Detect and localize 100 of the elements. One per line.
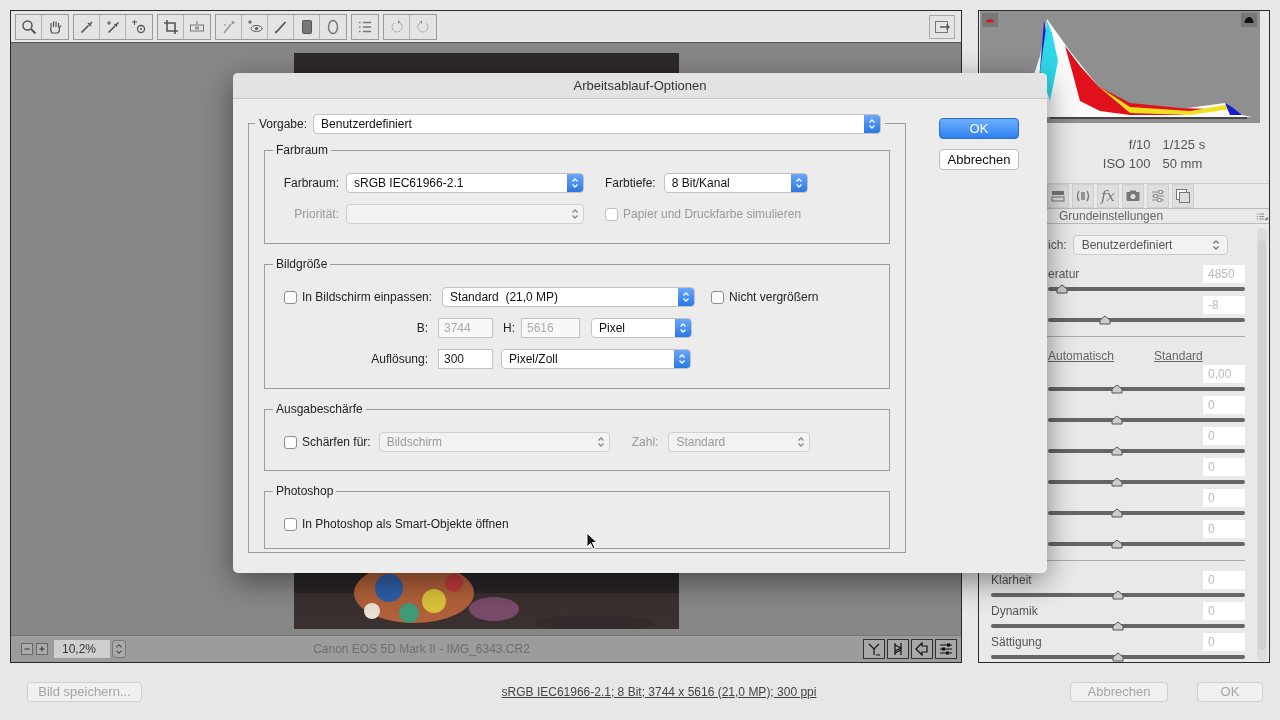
checkbox[interactable] bbox=[711, 290, 725, 304]
field-label: Farbtiefe: bbox=[605, 176, 656, 190]
chevron-icon bbox=[796, 435, 807, 449]
ellipse-icon bbox=[325, 18, 341, 35]
zoom-field[interactable]: 10,2% bbox=[54, 640, 110, 658]
dialog-button[interactable]: OK bbox=[939, 118, 1019, 139]
dropdown[interactable]: 8 Bit/Kanal bbox=[663, 173, 808, 193]
value-field[interactable]: 0 bbox=[1203, 427, 1245, 445]
dropdown[interactable]: sRGB IEC61966-2.1 bbox=[346, 173, 584, 193]
stepper-icon[interactable] bbox=[112, 640, 126, 658]
slider-track[interactable] bbox=[1048, 314, 1245, 326]
value-field[interactable]: -8 bbox=[1203, 296, 1245, 314]
slider-thumb[interactable] bbox=[1112, 590, 1124, 600]
slider-thumb[interactable] bbox=[1055, 284, 1068, 294]
value-field[interactable]: 0 bbox=[1203, 458, 1245, 476]
clipping-button[interactable] bbox=[1241, 13, 1257, 27]
value-field[interactable]: 0 bbox=[1203, 396, 1245, 414]
tool-button[interactable] bbox=[929, 14, 955, 39]
chevron-icon bbox=[681, 290, 692, 304]
slider-label: Sättigung bbox=[991, 635, 1042, 649]
dropdown[interactable]: Benutzerdefiniert bbox=[1072, 235, 1228, 255]
slider-track[interactable] bbox=[991, 620, 1245, 632]
slider-thumb[interactable] bbox=[1112, 621, 1124, 631]
field-label: Auflösung: bbox=[370, 352, 428, 366]
arrow-left-icon bbox=[914, 641, 930, 657]
minus-icon bbox=[23, 645, 31, 653]
scrollbar[interactable] bbox=[1257, 228, 1267, 662]
slider-track[interactable] bbox=[1048, 283, 1245, 295]
slider-thumb[interactable] bbox=[1112, 652, 1124, 662]
dialog-title: Arbeitsablauf-Optionen bbox=[573, 78, 707, 93]
zoom-out-button[interactable] bbox=[21, 643, 33, 655]
checkbox-label[interactable]: In Photoshop als Smart-Objekte öffnen bbox=[302, 517, 509, 531]
crop-icon bbox=[162, 18, 179, 35]
view-button[interactable] bbox=[911, 639, 933, 659]
panel-tab[interactable] bbox=[1172, 184, 1194, 208]
target-icon bbox=[131, 18, 147, 35]
dialog-button[interactable]: Abbrechen bbox=[939, 149, 1019, 170]
sliders-icon bbox=[1150, 188, 1166, 204]
value-field[interactable]: 0 bbox=[1203, 571, 1245, 589]
slider-track[interactable] bbox=[991, 651, 1245, 663]
slider-track[interactable] bbox=[1048, 476, 1245, 488]
link[interactable]: Automatisch bbox=[1048, 349, 1115, 363]
group-title: Farbraum bbox=[273, 143, 331, 157]
dropdown[interactable]: Standard (21,0 MP) bbox=[442, 287, 696, 307]
slider-thumb[interactable] bbox=[1099, 315, 1112, 325]
slider-track[interactable] bbox=[991, 589, 1245, 601]
text-field[interactable]: 300 bbox=[438, 349, 493, 369]
zoom-in-button[interactable] bbox=[36, 643, 48, 655]
value-field[interactable]: 4850 bbox=[1203, 265, 1245, 283]
group-title: Photoshop bbox=[273, 484, 337, 498]
slider-track[interactable] bbox=[1048, 383, 1245, 395]
checkbox-label[interactable]: Nicht vergrößern bbox=[729, 290, 819, 304]
value-field[interactable]: 0,00 bbox=[1203, 365, 1245, 383]
field-label: Zahl: bbox=[631, 435, 659, 449]
slider-thumb[interactable] bbox=[1110, 415, 1123, 425]
slider-thumb[interactable] bbox=[1110, 446, 1123, 456]
panel-tab[interactable] bbox=[1122, 184, 1144, 208]
eyedropper-icon bbox=[78, 18, 95, 35]
slider-track[interactable] bbox=[1048, 507, 1245, 519]
dropdown[interactable]: Pixel bbox=[591, 318, 692, 338]
field-label: ich: bbox=[1048, 238, 1067, 252]
link[interactable]: Standard bbox=[1154, 349, 1203, 363]
view-button[interactable] bbox=[935, 639, 957, 659]
group-title: Ausgabeschärfe bbox=[273, 402, 366, 416]
dropdown[interactable]: Benutzerdefiniert bbox=[313, 114, 882, 134]
checkbox-label[interactable]: In Bildschirm einpassen: bbox=[302, 290, 433, 304]
dropdown[interactable]: Pixel/Zoll bbox=[501, 349, 691, 369]
value-field[interactable]: 0 bbox=[1203, 602, 1245, 620]
checkbox[interactable] bbox=[284, 290, 297, 304]
workflow-link[interactable]: sRGB IEC61966-2.1; 8 Bit; 3744 x 5616 (21,0 MP); 300 ppi bbox=[501, 684, 817, 699]
slider-track[interactable] bbox=[1048, 414, 1245, 426]
panel-tab[interactable] bbox=[1072, 184, 1094, 208]
slider-thumb[interactable] bbox=[1110, 384, 1123, 394]
view-button[interactable] bbox=[887, 639, 909, 659]
chevron-icon bbox=[570, 207, 580, 221]
view-button[interactable] bbox=[863, 639, 885, 659]
panel-tab[interactable] bbox=[1147, 184, 1169, 208]
slider-thumb[interactable] bbox=[1110, 539, 1123, 549]
export-icon bbox=[934, 18, 950, 35]
slider-thumb[interactable] bbox=[1110, 508, 1123, 518]
dome-icon bbox=[1242, 14, 1256, 26]
stack-icon bbox=[1175, 188, 1191, 204]
slider-track[interactable] bbox=[1048, 538, 1245, 550]
field-label: B: bbox=[415, 321, 428, 335]
sliders-icon bbox=[938, 641, 954, 657]
slider-track[interactable] bbox=[1048, 445, 1245, 457]
panel-tab[interactable]: fx bbox=[1097, 184, 1119, 208]
level-icon bbox=[189, 18, 205, 35]
field-label: Vorgabe: bbox=[259, 117, 308, 131]
chevron-icon bbox=[867, 117, 878, 131]
checkbox[interactable] bbox=[284, 517, 297, 531]
value-field[interactable]: 0 bbox=[1203, 633, 1245, 651]
value-field[interactable]: 0 bbox=[1203, 489, 1245, 507]
clipping-button[interactable] bbox=[982, 13, 998, 27]
chevron-icon bbox=[678, 321, 688, 335]
value-field[interactable]: 0 bbox=[1203, 520, 1245, 538]
camera-info: ISO 100 bbox=[1102, 156, 1151, 171]
panel-tab[interactable] bbox=[1047, 184, 1069, 208]
field-label: Priorität: bbox=[293, 207, 339, 221]
slider-thumb[interactable] bbox=[1110, 477, 1123, 487]
